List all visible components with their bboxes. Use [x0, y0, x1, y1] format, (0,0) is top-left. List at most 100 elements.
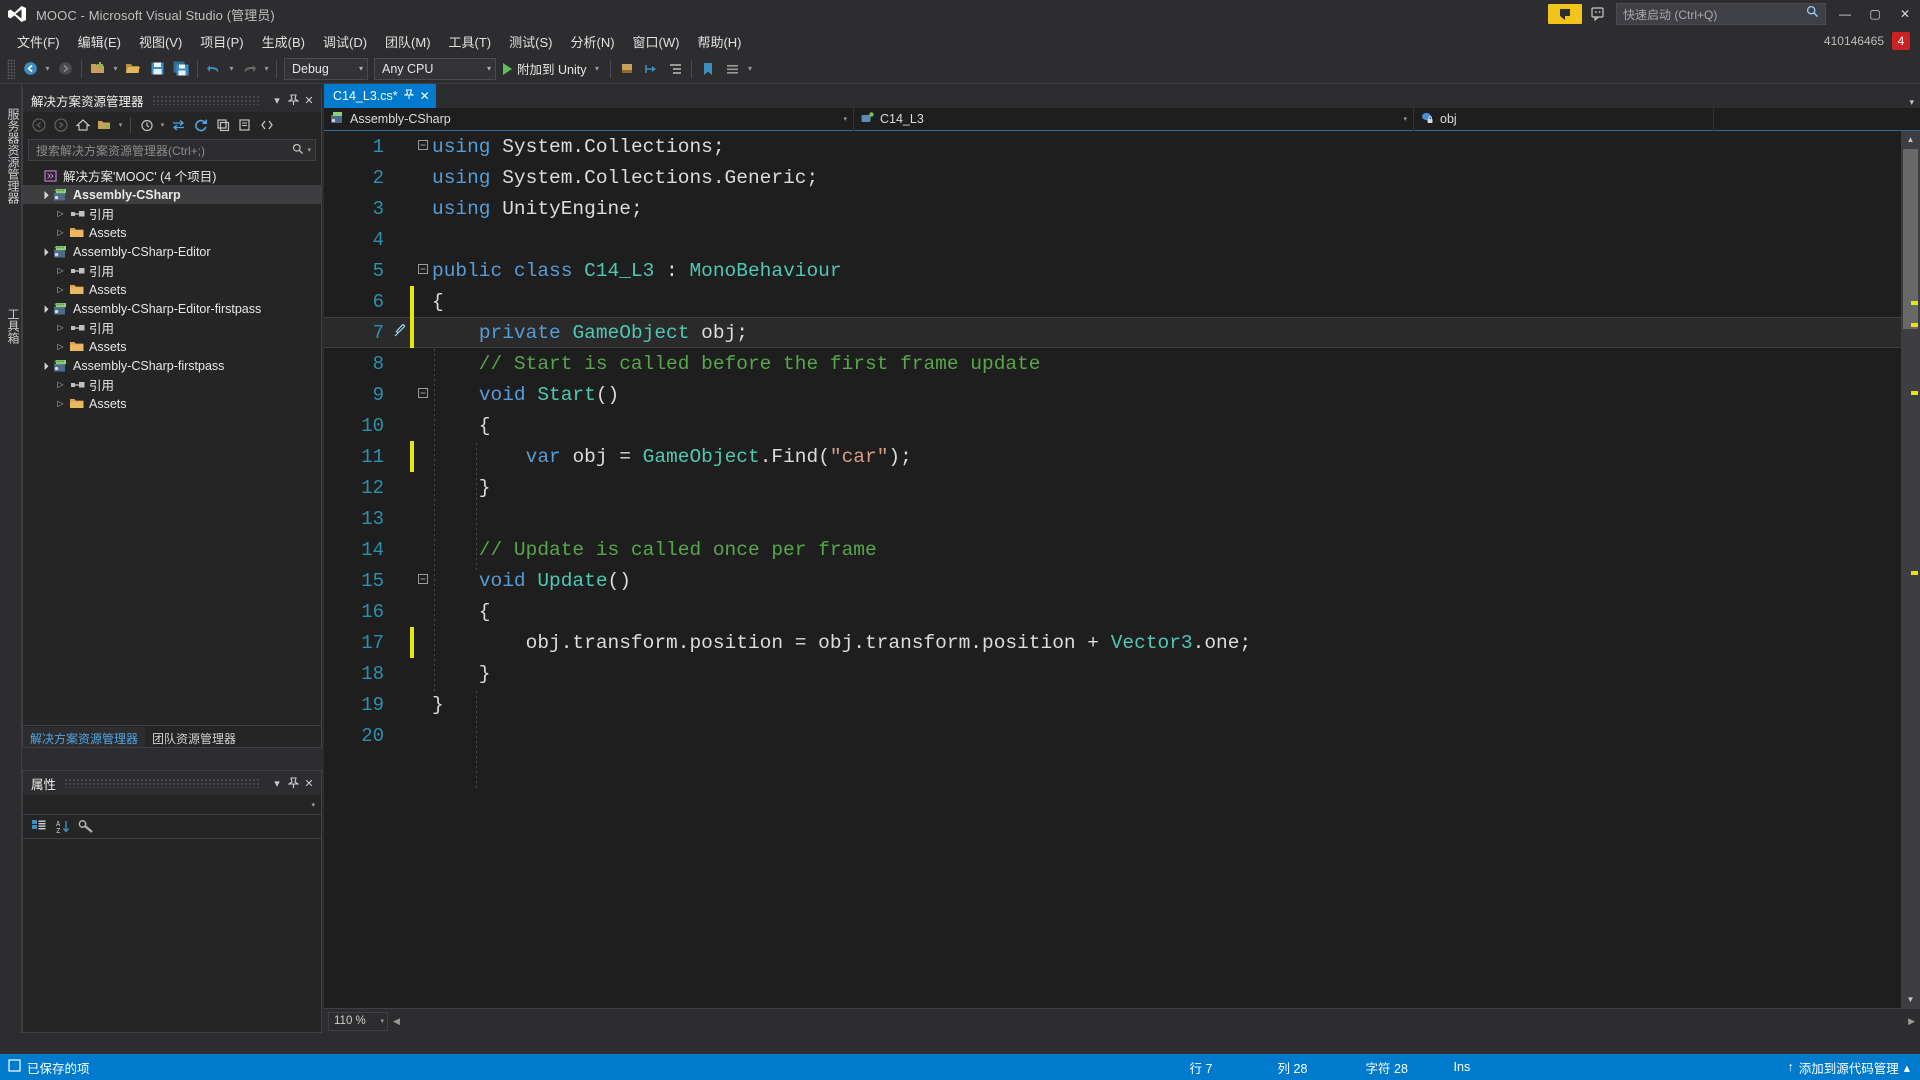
- tree-item[interactable]: ◢ Assembly-CSharp-firstpass: [23, 356, 321, 375]
- alphabetical-icon[interactable]: AZ: [52, 817, 73, 837]
- menu-item-5[interactable]: 调试(D): [314, 29, 376, 54]
- collapse-region-icon[interactable]: [414, 264, 432, 277]
- save-icon[interactable]: [145, 57, 169, 81]
- code-line[interactable]: 2 using System.Collections.Generic;: [324, 162, 1920, 193]
- solution-platform-combo[interactable]: Any CPU ▾: [374, 57, 496, 80]
- pin-icon[interactable]: [285, 774, 301, 792]
- collapse-region-icon[interactable]: [414, 574, 432, 587]
- toolbar-overflow-caret[interactable]: ▾: [744, 64, 755, 73]
- code-line[interactable]: 13: [324, 503, 1920, 534]
- menu-item-3[interactable]: 项目(P): [191, 29, 252, 54]
- new-project-caret[interactable]: ▾: [110, 64, 121, 73]
- code-line[interactable]: 12 }: [324, 472, 1920, 503]
- expand-arrow-icon[interactable]: ◢: [36, 243, 52, 259]
- view-code-icon[interactable]: [256, 115, 277, 135]
- attach-to-unity-button[interactable]: 附加到 Unity ▾: [499, 57, 606, 81]
- scroll-right-icon[interactable]: ▶: [1903, 1016, 1920, 1027]
- tree-item[interactable]: 解决方案'MOOC' (4 个项目): [23, 166, 321, 185]
- solution-explorer-search-input[interactable]: 搜索解决方案资源管理器(Ctrl+;) ▾: [28, 139, 316, 161]
- tree-item[interactable]: ◢ Assembly-CSharp: [23, 185, 321, 204]
- editor-vertical-scrollbar[interactable]: ▲ ▼: [1901, 131, 1920, 1008]
- notification-flag-icon[interactable]: [1548, 4, 1582, 24]
- quick-actions-icon[interactable]: [390, 324, 410, 341]
- code-line[interactable]: 9 void Start(): [324, 379, 1920, 410]
- chevron-down-icon[interactable]: ▾: [307, 146, 311, 154]
- back-dropdown-caret[interactable]: ▾: [42, 64, 53, 73]
- chevron-down-icon[interactable]: ▾: [269, 774, 285, 792]
- menu-item-0[interactable]: 文件(F): [8, 29, 69, 54]
- menu-item-10[interactable]: 窗口(W): [624, 29, 689, 54]
- code-line[interactable]: 15 void Update(): [324, 565, 1920, 596]
- server-explorer-tab[interactable]: 服务器资源管理器: [0, 102, 22, 210]
- home-icon[interactable]: [72, 115, 93, 135]
- tree-item[interactable]: ▷ 引用: [23, 318, 321, 337]
- code-line[interactable]: 4: [324, 224, 1920, 255]
- code-line[interactable]: 10 {: [324, 410, 1920, 441]
- navbar-member-dropdown[interactable]: obj: [1414, 107, 1714, 131]
- menu-item-1[interactable]: 编辑(E): [69, 29, 130, 54]
- pending-changes-icon[interactable]: [136, 115, 157, 135]
- status-source-control[interactable]: ↑ 添加到源代码管理 ▴: [1787, 1058, 1920, 1077]
- bookmark-icon[interactable]: [696, 57, 720, 81]
- code-line[interactable]: 1 using System.Collections;: [324, 131, 1920, 162]
- scroll-down-icon[interactable]: ▼: [1901, 991, 1920, 1008]
- menu-item-4[interactable]: 生成(B): [253, 29, 314, 54]
- list-icon[interactable]: [720, 57, 744, 81]
- forward-icon[interactable]: [50, 115, 71, 135]
- toolbox-tab[interactable]: 工具箱: [0, 302, 22, 350]
- redo-icon[interactable]: [237, 57, 261, 81]
- close-icon[interactable]: ✕: [420, 89, 430, 103]
- collapse-arrow-icon[interactable]: ▷: [53, 399, 68, 408]
- categorized-icon[interactable]: [28, 817, 49, 837]
- collapse-region-icon[interactable]: [414, 140, 432, 153]
- code-line[interactable]: 19}: [324, 689, 1920, 720]
- undo-caret[interactable]: ▾: [226, 64, 237, 73]
- step-icon[interactable]: [639, 57, 663, 81]
- property-pages-icon[interactable]: [76, 817, 97, 837]
- solution-explorer-tab-0[interactable]: 解决方案资源管理器: [23, 727, 146, 747]
- collapse-region-icon[interactable]: [414, 388, 432, 401]
- tree-item[interactable]: ▷ 引用: [23, 375, 321, 394]
- tree-item[interactable]: ▷ Assets: [23, 223, 321, 242]
- collapse-arrow-icon[interactable]: ▷: [53, 209, 68, 218]
- navigate-back-icon[interactable]: [18, 57, 42, 81]
- collapse-arrow-icon[interactable]: ▷: [53, 342, 68, 351]
- indent-icon[interactable]: [663, 57, 687, 81]
- code-line[interactable]: 18 }: [324, 658, 1920, 689]
- chevron-down-icon[interactable]: ▾: [269, 91, 285, 109]
- code-line[interactable]: 7 private GameObject obj;: [324, 317, 1920, 348]
- document-tab-c14-l3[interactable]: C14_L3.cs* ✕: [324, 84, 436, 108]
- chevron-down-icon[interactable]: ▾: [116, 121, 125, 129]
- account-badge[interactable]: 4: [1892, 32, 1910, 50]
- expand-arrow-icon[interactable]: ◢: [36, 357, 52, 373]
- tree-item[interactable]: ◢ Assembly-CSharp-Editor-firstpass: [23, 299, 321, 318]
- back-icon[interactable]: [28, 115, 49, 135]
- collapse-arrow-icon[interactable]: ▷: [53, 285, 68, 294]
- code-line[interactable]: 17 obj.transform.position = obj.transfor…: [324, 627, 1920, 658]
- properties-icon[interactable]: [234, 115, 255, 135]
- tree-item[interactable]: ◢ Assembly-CSharp-Editor: [23, 242, 321, 261]
- tree-item[interactable]: ▷ Assets: [23, 280, 321, 299]
- expand-arrow-icon[interactable]: ◢: [36, 300, 52, 316]
- collapse-arrow-icon[interactable]: ▷: [53, 323, 68, 332]
- redo-caret[interactable]: ▾: [261, 64, 272, 73]
- menu-item-9[interactable]: 分析(N): [561, 29, 623, 54]
- minimize-button[interactable]: —: [1830, 0, 1860, 28]
- scroll-up-icon[interactable]: ▲: [1901, 131, 1920, 148]
- code-editor[interactable]: 1 using System.Collections; 2 using System.…: [324, 131, 1920, 1008]
- toolbar-grip[interactable]: [7, 58, 15, 79]
- collapse-arrow-icon[interactable]: ▷: [53, 228, 68, 237]
- code-line[interactable]: 14 // Update is called once per frame: [324, 534, 1920, 565]
- menu-item-11[interactable]: 帮助(H): [688, 29, 750, 54]
- new-project-icon[interactable]: [86, 57, 110, 81]
- code-line[interactable]: 20: [324, 720, 1920, 751]
- save-all-icon[interactable]: [169, 57, 193, 81]
- code-line[interactable]: 8 // Start is called before the first fr…: [324, 348, 1920, 379]
- open-file-icon[interactable]: [121, 57, 145, 81]
- menu-item-6[interactable]: 团队(M): [376, 29, 440, 54]
- navbar-project-dropdown[interactable]: Assembly-CSharp ▾: [324, 107, 854, 131]
- horizontal-scroll-track[interactable]: [405, 1013, 1903, 1030]
- tree-item[interactable]: ▷ Assets: [23, 394, 321, 413]
- highlight-icon[interactable]: [615, 57, 639, 81]
- pin-icon[interactable]: [402, 89, 415, 103]
